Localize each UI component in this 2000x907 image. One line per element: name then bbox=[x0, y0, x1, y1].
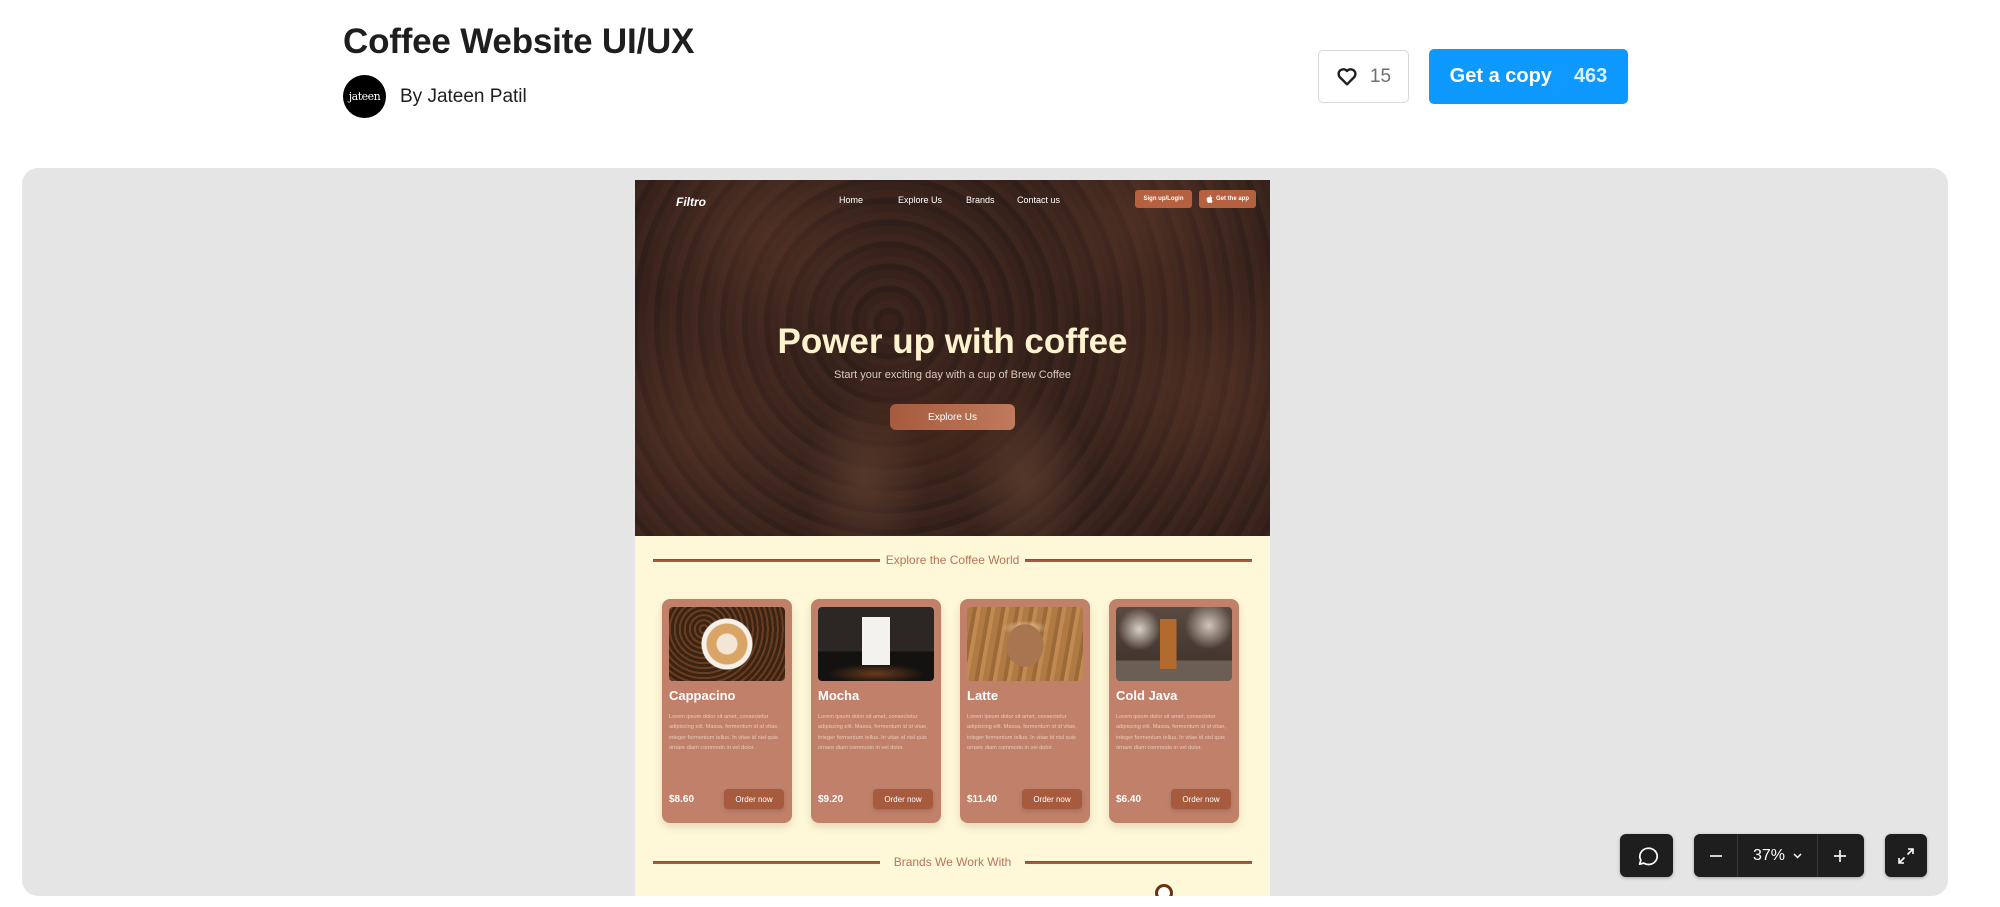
explore-us-label: Explore Us bbox=[928, 411, 977, 423]
explore-heading-label: Explore the Coffee World bbox=[885, 553, 1020, 567]
product-name: Latte bbox=[967, 688, 999, 703]
product-description: Lorem ipsum dolor sit amet, consectetur … bbox=[669, 714, 779, 751]
get-a-copy-label: Get a copy bbox=[1449, 65, 1552, 87]
preview-canvas[interactable]: Filtro Home Explore Us Brands Contact us… bbox=[22, 168, 1948, 896]
zoom-level-dropdown[interactable]: 37% bbox=[1737, 834, 1817, 877]
get-app-button[interactable]: Get the app bbox=[1199, 190, 1256, 208]
product-price: $9.20 bbox=[818, 794, 844, 805]
product-description: Lorem ipsum dolor sit amet, consectetur … bbox=[967, 714, 1077, 751]
fullscreen-button[interactable] bbox=[1885, 834, 1927, 877]
product-price: $11.40 bbox=[967, 794, 998, 805]
zoom-in-button[interactable] bbox=[1817, 834, 1862, 877]
author-name[interactable]: By Jateen Patil bbox=[400, 86, 527, 108]
product-description: Lorem ipsum dolor sit amet, consectetur … bbox=[818, 714, 928, 751]
product-card-latte[interactable]: Latte Lorem ipsum dolor sit amet, consec… bbox=[960, 599, 1090, 823]
order-now-button[interactable]: Order now bbox=[724, 789, 784, 809]
nav-link-contact[interactable]: Contact us bbox=[1017, 195, 1060, 205]
hero-section: Filtro Home Explore Us Brands Contact us… bbox=[635, 180, 1270, 536]
nav-link-explore[interactable]: Explore Us bbox=[898, 195, 942, 205]
product-description: Lorem ipsum dolor sit amet, consectetur … bbox=[1116, 714, 1226, 751]
product-name: Mocha bbox=[818, 688, 860, 703]
divider-line bbox=[653, 558, 880, 562]
get-a-copy-button[interactable]: Get a copy 463 bbox=[1429, 49, 1628, 104]
brand-logo: Filtro bbox=[676, 195, 706, 209]
copy-count: 463 bbox=[1573, 65, 1608, 87]
order-now-button[interactable]: Order now bbox=[873, 789, 933, 809]
cold-java-image bbox=[1116, 607, 1232, 681]
hero-subtitle: Start your exciting day with a cup of Br… bbox=[833, 369, 1072, 381]
divider-line bbox=[1025, 558, 1253, 562]
order-now-button[interactable]: Order now bbox=[1022, 789, 1082, 809]
cappuccino-image bbox=[669, 607, 785, 681]
brands-heading-label: Brands We Work With bbox=[893, 855, 1012, 869]
get-app-label: Get the app bbox=[1215, 196, 1249, 202]
signup-label: Sign up/Login bbox=[1143, 196, 1184, 202]
product-price: $8.60 bbox=[669, 794, 695, 805]
design-navbar: Filtro Home Explore Us Brands Contact us… bbox=[635, 180, 1270, 222]
order-now-button[interactable]: Order now bbox=[1171, 789, 1231, 809]
chevron-down-icon bbox=[1793, 852, 1802, 859]
product-card-cold-java[interactable]: Cold Java Lorem ipsum dolor sit amet, co… bbox=[1109, 599, 1239, 823]
minus-icon bbox=[1709, 854, 1722, 857]
nav-link-home[interactable]: Home bbox=[839, 195, 863, 205]
product-card-mocha[interactable]: Mocha Lorem ipsum dolor sit amet, consec… bbox=[811, 599, 941, 823]
apple-icon bbox=[1206, 195, 1213, 203]
order-now-label: Order now bbox=[1182, 794, 1220, 804]
like-button[interactable]: 15 bbox=[1318, 50, 1409, 103]
mocha-image bbox=[818, 607, 934, 681]
signup-button[interactable]: Sign up/Login bbox=[1135, 190, 1192, 208]
explore-heading: Explore the Coffee World bbox=[653, 553, 1253, 567]
product-card-cappacino[interactable]: Cappacino Lorem ipsum dolor sit amet, co… bbox=[662, 599, 792, 823]
product-name: Cappacino bbox=[669, 688, 736, 703]
avatar[interactable]: jateen bbox=[343, 75, 386, 118]
plus-icon bbox=[1834, 849, 1846, 862]
comment-button[interactable] bbox=[1620, 834, 1673, 877]
hero-title: Power up with coffee bbox=[777, 322, 1128, 361]
file-title: Coffee Website UI/UX bbox=[343, 22, 695, 61]
zoom-controls: 37% bbox=[1694, 834, 1864, 877]
zoom-out-button[interactable] bbox=[1694, 834, 1737, 877]
like-count: 15 bbox=[1369, 65, 1392, 87]
order-now-label: Order now bbox=[884, 794, 922, 804]
divider-line bbox=[1025, 860, 1252, 864]
divider-line bbox=[653, 860, 880, 864]
order-now-label: Order now bbox=[1033, 794, 1071, 804]
brands-heading: Brands We Work With bbox=[653, 855, 1252, 869]
file-header: Coffee Website UI/UX jateen By Jateen Pa… bbox=[0, 0, 2000, 168]
nav-link-brands[interactable]: Brands bbox=[966, 195, 995, 205]
latte-image bbox=[967, 607, 1083, 681]
heart-icon bbox=[1337, 67, 1357, 86]
product-price: $6.40 bbox=[1116, 794, 1142, 805]
zoom-level-value: 37% bbox=[1752, 846, 1786, 864]
product-name: Cold Java bbox=[1116, 688, 1178, 703]
comment-icon bbox=[1638, 846, 1658, 865]
brand-logo-partial bbox=[1155, 884, 1173, 896]
expand-icon bbox=[1898, 847, 1914, 864]
explore-us-button[interactable]: Explore Us bbox=[890, 404, 1015, 430]
author-row[interactable]: jateen By Jateen Patil bbox=[343, 75, 527, 118]
order-now-label: Order now bbox=[735, 794, 773, 804]
design-frame[interactable]: Filtro Home Explore Us Brands Contact us… bbox=[635, 180, 1270, 896]
